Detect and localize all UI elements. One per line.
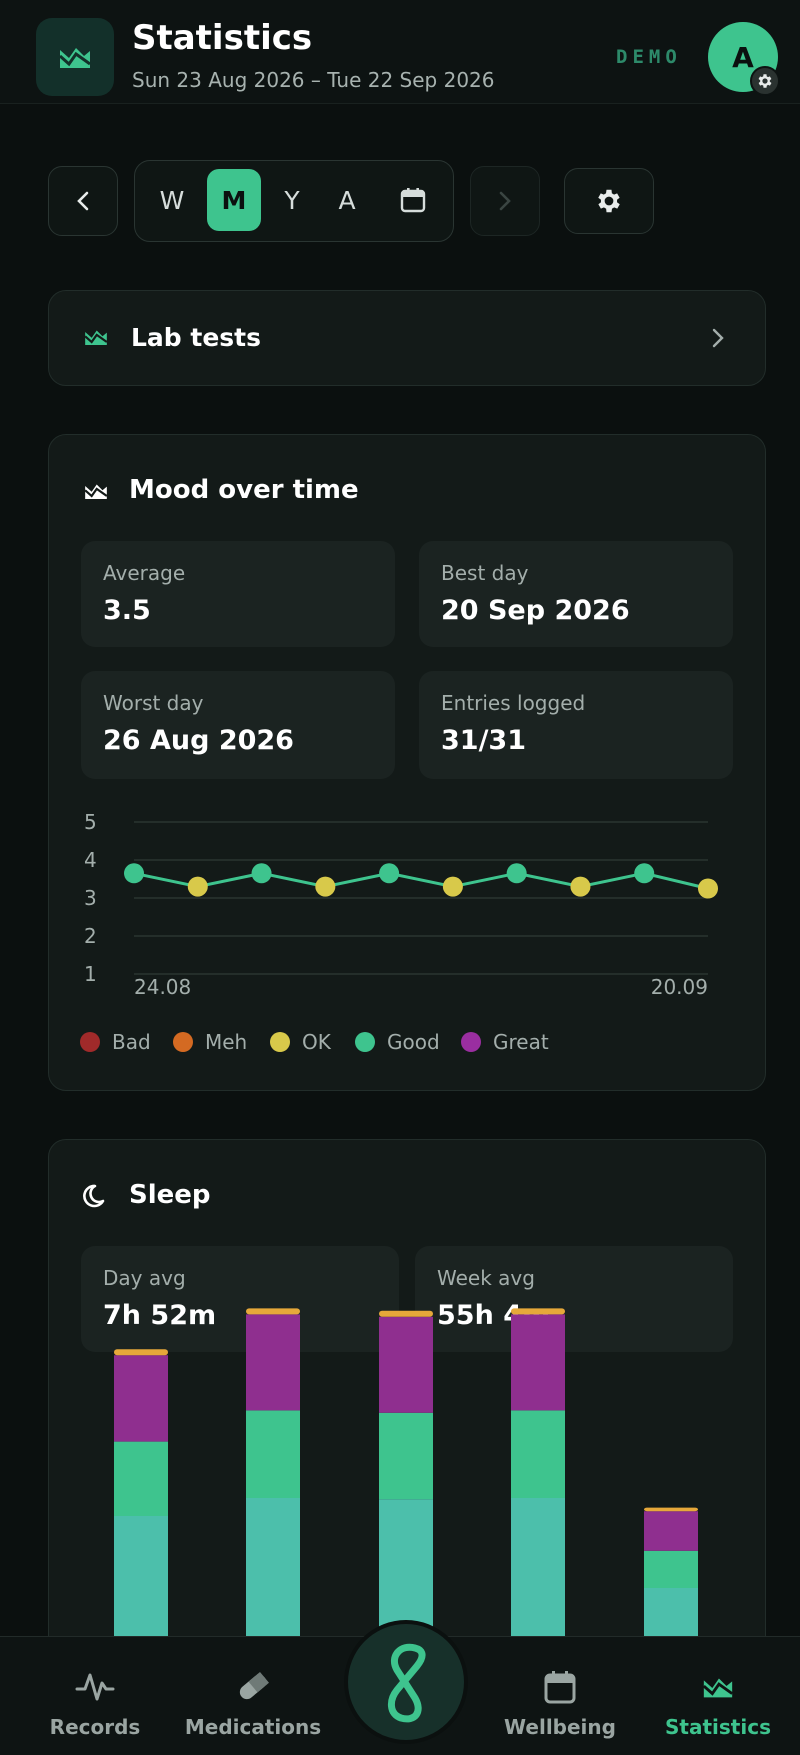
sleep-bar-segment[interactable] [511, 1498, 565, 1636]
tab-label: Records [49, 1715, 141, 1739]
sleep-bar-segment[interactable] [644, 1588, 698, 1636]
sleep-bar-segment[interactable] [644, 1550, 698, 1588]
pill-icon [235, 1667, 271, 1707]
sleep-bar-segment[interactable] [114, 1355, 168, 1442]
activity-icon [75, 1667, 115, 1707]
sleep-bar-segment[interactable] [379, 1316, 433, 1413]
sleep-bar-segment[interactable] [511, 1410, 565, 1498]
sleep-bar-segment[interactable] [379, 1499, 433, 1636]
tab-medications[interactable]: Medications [184, 1637, 322, 1755]
sleep-stacked-bar-chart [114, 1308, 698, 1636]
sleep-bar-segment[interactable] [644, 1511, 698, 1551]
sleep-bar-segment[interactable] [246, 1314, 300, 1411]
center-logo-button[interactable] [344, 1620, 468, 1744]
sleep-bar-segment[interactable] [379, 1310, 433, 1317]
sleep-bar-segment[interactable] [246, 1498, 300, 1636]
tab-label: Medications [184, 1715, 322, 1739]
chart-icon [701, 1667, 735, 1707]
tab-statistics[interactable]: Statistics [665, 1637, 771, 1755]
sleep-bar-segment[interactable] [246, 1410, 300, 1498]
sleep-bar-segment[interactable] [114, 1441, 168, 1516]
tab-label: Wellbeing [504, 1715, 616, 1739]
tab-label: Statistics [665, 1715, 771, 1739]
calendar-icon [544, 1667, 576, 1707]
sleep-bar-segment[interactable] [114, 1349, 168, 1356]
sleep-bar-segment[interactable] [511, 1308, 565, 1315]
sleep-bar-segment[interactable] [644, 1507, 698, 1512]
tab-records[interactable]: Records [48, 1637, 142, 1755]
sleep-bar-segment[interactable] [379, 1412, 433, 1500]
tab-wellbeing[interactable]: Wellbeing [504, 1637, 616, 1755]
sleep-bar-segment[interactable] [246, 1308, 300, 1315]
sleep-bar-segment[interactable] [511, 1314, 565, 1411]
infinity-logo-icon [388, 1643, 426, 1723]
sleep-bar-segment[interactable] [114, 1516, 168, 1636]
